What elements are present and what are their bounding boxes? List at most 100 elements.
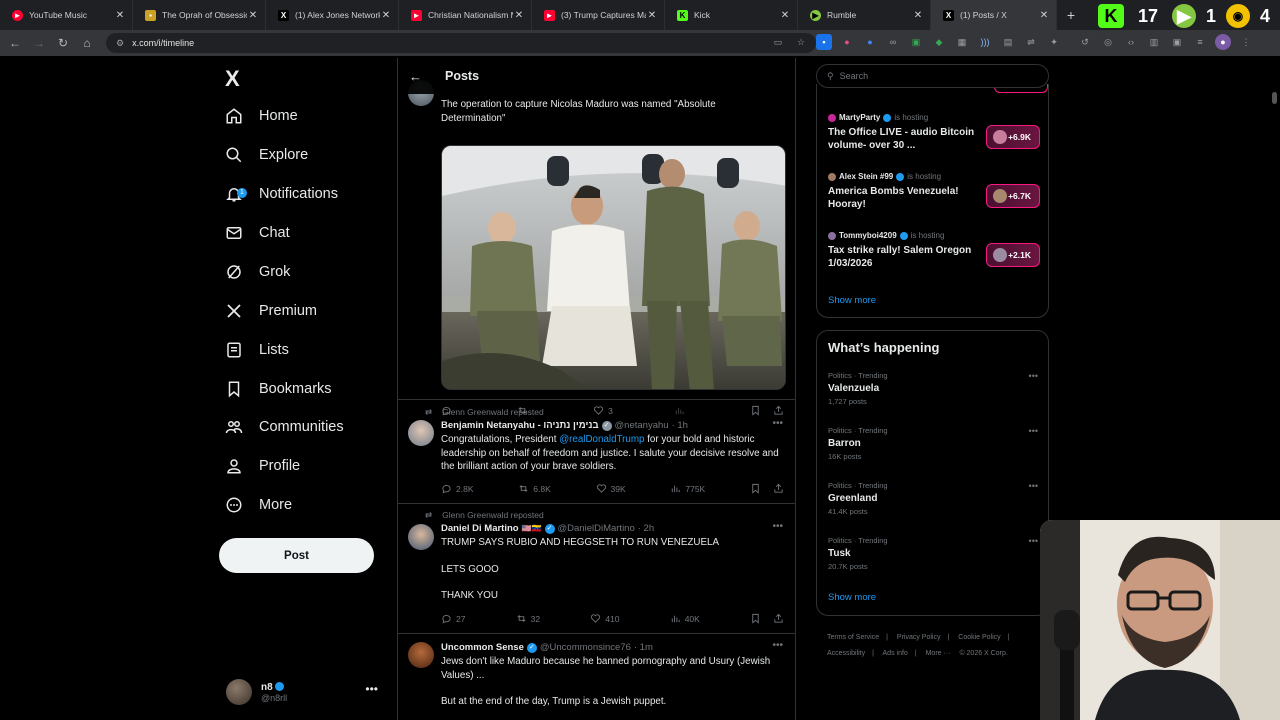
- trend-item[interactable]: Politics · Trending Tusk 20.7K posts •••: [828, 536, 1040, 578]
- trend-item[interactable]: Politics · Trending Valenzuela 1,727 pos…: [828, 371, 1040, 413]
- home-page-icon[interactable]: ⌂: [75, 36, 99, 50]
- space-listener-pill[interactable]: +2.1K: [986, 243, 1040, 267]
- nav-home[interactable]: Home: [225, 101, 298, 131]
- repost-button[interactable]: 32: [516, 613, 540, 624]
- reload-icon[interactable]: ↻: [51, 36, 75, 50]
- bookmark-icon[interactable]: [750, 483, 761, 494]
- nav-communities[interactable]: Communities: [225, 412, 344, 442]
- author-name[interactable]: Daniel Di Martino: [441, 523, 519, 534]
- close-icon[interactable]: ✕: [513, 10, 525, 21]
- close-icon[interactable]: ✕: [380, 10, 392, 21]
- extension-icon[interactable]: ●: [839, 34, 855, 50]
- author-handle[interactable]: @netanyahu: [615, 420, 669, 431]
- sidebar-icon[interactable]: ▥: [1146, 34, 1162, 50]
- close-icon[interactable]: ✕: [912, 10, 924, 21]
- tab-trump-captures[interactable]: ► (3) Trump Captures Mad ✕: [532, 0, 665, 30]
- nav-profile[interactable]: Profile: [225, 451, 300, 481]
- back-arrow-icon[interactable]: ←: [409, 69, 427, 84]
- more-dots-icon[interactable]: •••: [365, 682, 378, 696]
- more-dots-icon[interactable]: •••: [1029, 481, 1038, 491]
- back-arrow-icon[interactable]: ←: [3, 36, 27, 50]
- live-space[interactable]: Tommyboi4209 is hosting Tax strike rally!…: [828, 231, 1040, 281]
- live-space[interactable]: MartyParty is hosting The Office LIVE - a…: [828, 113, 1040, 163]
- share-icon[interactable]: [773, 483, 784, 494]
- page-scrollbar[interactable]: [1272, 92, 1277, 104]
- account-switcher[interactable]: n8 @n8rll •••: [226, 676, 386, 708]
- nav-notifications[interactable]: 1 Notifications: [225, 179, 338, 209]
- share-icon[interactable]: [773, 613, 784, 624]
- space-listener-pill[interactable]: +6.9K: [986, 125, 1040, 149]
- puzzle-icon[interactable]: ✦: [1046, 34, 1062, 50]
- close-icon[interactable]: ✕: [114, 10, 126, 21]
- search-input[interactable]: [839, 71, 1020, 81]
- nav-explore[interactable]: Explore: [225, 140, 308, 170]
- nav-bookmarks[interactable]: Bookmarks: [225, 374, 332, 404]
- more-dots-icon[interactable]: •••: [1029, 426, 1038, 436]
- x-logo[interactable]: X: [225, 66, 240, 92]
- more-dots-icon[interactable]: •••: [772, 418, 783, 429]
- extension-icon[interactable]: ◎: [1100, 34, 1116, 50]
- more-dots-icon[interactable]: •••: [772, 640, 783, 651]
- nav-premium[interactable]: Premium: [225, 296, 317, 326]
- extension-icon[interactable]: ●: [862, 34, 878, 50]
- close-icon[interactable]: ✕: [247, 10, 259, 21]
- extension-icon[interactable]: ◆: [931, 34, 947, 50]
- post-button[interactable]: Post: [219, 538, 374, 573]
- footer-link[interactable]: Cookie Policy: [958, 634, 1000, 641]
- tab-alex-jones-network[interactable]: X (1) Alex Jones Network ✕: [266, 0, 399, 30]
- footer-link[interactable]: Terms of Service: [827, 634, 879, 641]
- space-listener-pill[interactable]: +6.7K: [986, 184, 1040, 208]
- forward-arrow-icon[interactable]: →: [27, 36, 51, 50]
- mention-link[interactable]: @realDonaldTrump: [559, 434, 644, 445]
- browser-menu-icon[interactable]: ⋮: [1238, 34, 1254, 50]
- more-dots-icon[interactable]: •••: [1029, 536, 1038, 546]
- post[interactable]: Uncommon Sense ✓ @Uncommonsince76 · 1m J…: [398, 634, 795, 720]
- views-button[interactable]: 775K: [670, 483, 705, 494]
- url-field[interactable]: ⚙ x.com/i/timeline: [106, 33, 816, 53]
- tab-oprah-of-obsession[interactable]: ▪ The Oprah of Obsession ✕: [133, 0, 266, 30]
- extension-icon[interactable]: ▤: [1000, 34, 1016, 50]
- post-time[interactable]: · 2h: [638, 523, 654, 534]
- author-name[interactable]: Uncommon Sense: [441, 642, 524, 653]
- tab-posts-x[interactable]: X (1) Posts / X ✕: [931, 0, 1057, 30]
- post-time[interactable]: · 1h: [672, 420, 688, 431]
- footer-link[interactable]: Accessibility: [827, 650, 865, 657]
- extension-icon[interactable]: ▣: [1169, 34, 1185, 50]
- profile-avatar-icon[interactable]: ●: [1215, 34, 1231, 50]
- reply-button[interactable]: 27: [441, 613, 465, 624]
- like-button[interactable]: 39K: [596, 483, 626, 494]
- more-dots-icon[interactable]: •••: [772, 521, 783, 532]
- trend-item[interactable]: Politics · Trending Barron 16K posts •••: [828, 426, 1040, 468]
- author-handle[interactable]: @Uncommonsince76: [540, 642, 631, 653]
- tab-christian-nationalism[interactable]: ► Christian Nationalism M ✕: [399, 0, 532, 30]
- extension-icon[interactable]: ▪: [816, 34, 832, 50]
- repost-button[interactable]: 6.8K: [518, 483, 551, 494]
- site-info-icon[interactable]: ⚙: [116, 38, 124, 49]
- reading-icon[interactable]: ≡: [1192, 34, 1208, 50]
- bookmark-icon[interactable]: [750, 613, 761, 624]
- devtools-icon[interactable]: ‹›: [1123, 34, 1139, 50]
- trends-show-more-link[interactable]: Show more: [828, 592, 876, 603]
- extension-icon[interactable]: ))): [977, 34, 993, 50]
- close-icon[interactable]: ✕: [779, 10, 791, 21]
- extension-icon[interactable]: ⇌: [1023, 34, 1039, 50]
- author-name[interactable]: Benjamin Netanyahu - בנימין נתניהו: [441, 420, 599, 431]
- nav-grok[interactable]: Grok: [225, 257, 290, 287]
- install-app-icon[interactable]: ▭: [770, 34, 786, 50]
- footer-link[interactable]: Privacy Policy: [897, 634, 941, 641]
- post-image[interactable]: [441, 145, 786, 390]
- post[interactable]: The operation to capture Nicolas Maduro …: [398, 78, 795, 416]
- bookmark-star-icon[interactable]: ☆: [793, 34, 809, 50]
- close-icon[interactable]: ✕: [1038, 10, 1050, 21]
- trend-item[interactable]: Politics · Trending Greenland 41.4K post…: [828, 481, 1040, 523]
- extension-icon[interactable]: ▣: [908, 34, 924, 50]
- reply-button[interactable]: 2.8K: [441, 483, 474, 494]
- post[interactable]: ⇄ Glenn Greenwald reposted Daniel Di Mart…: [398, 504, 795, 634]
- new-tab-button[interactable]: +: [1057, 7, 1085, 23]
- footer-link[interactable]: More ···: [926, 650, 951, 657]
- history-icon[interactable]: ↺: [1077, 34, 1093, 50]
- post-time[interactable]: · 1m: [634, 642, 653, 653]
- extension-icon[interactable]: ▦: [954, 34, 970, 50]
- nav-more[interactable]: More: [225, 490, 292, 520]
- nav-lists[interactable]: Lists: [225, 335, 289, 365]
